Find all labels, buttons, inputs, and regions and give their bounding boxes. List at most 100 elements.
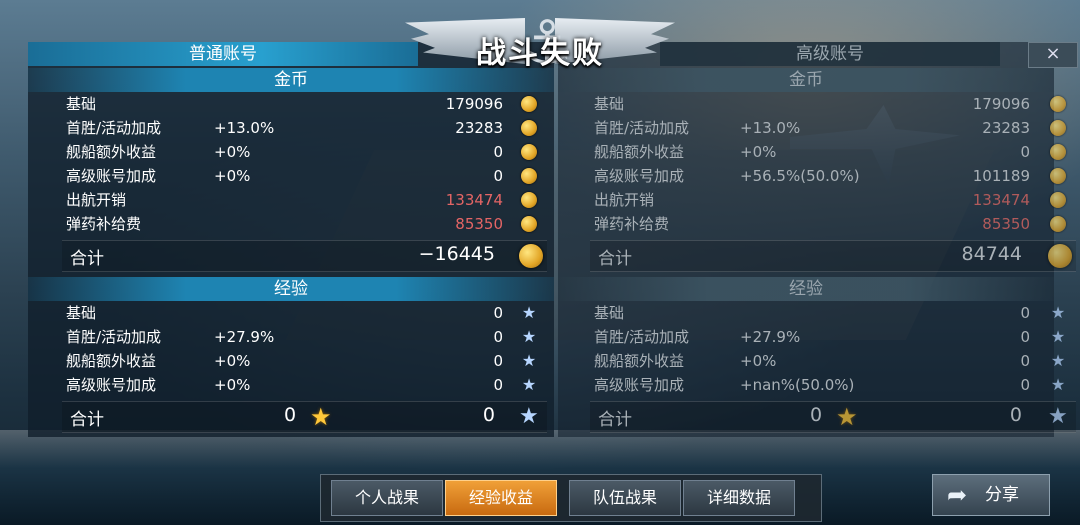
gold-total-label: 合计	[598, 249, 632, 269]
premium-exp-row: 基础 0 ★	[594, 301, 1070, 325]
gold-coin-icon	[519, 244, 543, 268]
exp-star-icon: ★	[521, 351, 537, 370]
gold-coin-icon	[521, 96, 537, 112]
normal-gold-row: 舰船额外收益 +0% 0	[66, 140, 541, 164]
gold-coin-icon	[521, 120, 537, 136]
gold-coin-icon	[521, 216, 537, 232]
exp-row-value: 0	[493, 352, 503, 370]
gold-row-value: 101189	[972, 167, 1030, 185]
exp-total-value-b: 0	[482, 404, 495, 426]
normal-exp-row: 基础 0 ★	[66, 301, 541, 325]
gold-row-label: 舰船额外收益	[66, 143, 157, 161]
exp-total-value-b: 0	[1009, 404, 1022, 426]
premium-exp-row: 高级账号加成 +nan%(50.0%) 0 ★	[594, 373, 1070, 397]
share-button[interactable]: ➦ 分享	[932, 474, 1050, 516]
gold-row-value: 0	[1020, 143, 1030, 161]
exp-row-value: 0	[1020, 304, 1030, 322]
tab-team-results[interactable]: 队伍战果	[569, 480, 681, 516]
gold-row-label: 舰船额外收益	[594, 143, 685, 161]
bottom-tab-bar: 个人战果 经验收益 队伍战果 详细数据	[320, 474, 822, 522]
gold-coin-icon	[521, 144, 537, 160]
exp-star-icon: ★	[1048, 404, 1068, 429]
gold-row-value: 179096	[972, 95, 1030, 113]
exp-star-icon: ★	[1050, 303, 1066, 322]
tab-personal-results[interactable]: 个人战果	[331, 480, 443, 516]
gold-coin-icon	[1050, 120, 1066, 136]
gold-row-label: 高级账号加成	[66, 167, 157, 185]
battle-result-screen: 普通账号 高级账号 ⚓ 战斗失败 × 金币 基础 179096 首胜/活动加成 +13.…	[0, 0, 1080, 525]
exp-row-label: 高级账号加成	[594, 376, 685, 394]
premium-gold-row: 基础 179096	[594, 92, 1070, 116]
premium-gold-row: 高级账号加成 +56.5%(50.0%) 101189	[594, 164, 1070, 188]
exp-row-label: 高级账号加成	[66, 376, 157, 394]
premium-gold-total-row: 合计 84744	[590, 240, 1076, 272]
gold-coin-icon	[1050, 96, 1066, 112]
gold-coin-icon	[1050, 192, 1066, 208]
tab-experience-income[interactable]: 经验收益	[445, 480, 557, 516]
exp-row-label: 基础	[594, 304, 625, 322]
gold-coin-icon	[1050, 168, 1066, 184]
gold-row-bonus-percent: +13.0%	[214, 119, 275, 137]
normal-gold-row: 弹药补给费 85350	[66, 212, 541, 236]
gold-row-label: 弹药补给费	[66, 215, 142, 233]
gold-row-value: 133474	[972, 191, 1030, 209]
gold-row-value: 85350	[982, 215, 1030, 233]
gold-coin-icon	[521, 168, 537, 184]
gold-row-value: 85350	[455, 215, 503, 233]
normal-account-tab[interactable]: 普通账号	[28, 42, 418, 66]
share-label: 分享	[985, 485, 1019, 505]
exp-row-label: 首胜/活动加成	[594, 328, 690, 346]
gold-row-value: 0	[493, 167, 503, 185]
premium-account-tab[interactable]: 高级账号	[660, 42, 1000, 66]
normal-exp-row: 舰船额外收益 +0% 0 ★	[66, 349, 541, 373]
gold-row-label: 出航开销	[66, 191, 127, 209]
gold-row-value: 23283	[455, 119, 503, 137]
premium-gold-row: 首胜/活动加成 +13.0% 23283	[594, 116, 1070, 140]
gold-row-label: 出航开销	[594, 191, 655, 209]
gold-coin-icon	[1048, 244, 1072, 268]
exp-star-icon: ★	[521, 327, 537, 346]
premium-exp-row: 首胜/活动加成 +27.9% 0 ★	[594, 325, 1070, 349]
gold-row-label: 高级账号加成	[594, 167, 685, 185]
gold-row-bonus-percent: +56.5%(50.0%)	[740, 167, 860, 185]
exp-row-bonus-percent: +0%	[214, 352, 251, 370]
exp-total-value-a: 0	[284, 404, 297, 426]
exp-row-value: 0	[493, 328, 503, 346]
normal-exp-section-header: 经验	[28, 277, 554, 301]
premium-gold-row: 弹药补给费 85350	[594, 212, 1070, 236]
premium-gold-row: 出航开销 133474	[594, 188, 1070, 212]
close-button[interactable]: ×	[1028, 42, 1078, 68]
exp-row-label: 舰船额外收益	[594, 352, 685, 370]
exp-gold-star-icon: ★	[836, 403, 858, 431]
gold-total-label: 合计	[70, 249, 104, 269]
normal-exp-total-row: 合计 0 ★ 0 ★	[62, 401, 547, 433]
gold-row-label: 首胜/活动加成	[594, 119, 690, 137]
exp-row-label: 基础	[66, 304, 97, 322]
gold-row-label: 首胜/活动加成	[66, 119, 162, 137]
gold-row-bonus-percent: +0%	[214, 143, 251, 161]
exp-total-label: 合计	[70, 410, 104, 430]
premium-exp-row: 舰船额外收益 +0% 0 ★	[594, 349, 1070, 373]
exp-row-bonus-percent: +0%	[740, 352, 777, 370]
gold-row-label: 弹药补给费	[594, 215, 670, 233]
exp-row-value: 0	[1020, 376, 1030, 394]
normal-gold-row: 基础 179096	[66, 92, 541, 116]
exp-total-value-a: 0	[810, 404, 823, 426]
normal-gold-row: 出航开销 133474	[66, 188, 541, 212]
gold-row-bonus-percent: +0%	[740, 143, 777, 161]
normal-exp-row: 高级账号加成 +0% 0 ★	[66, 373, 541, 397]
gold-row-label: 基础	[66, 95, 97, 113]
premium-gold-section-header: 金币	[558, 68, 1054, 92]
normal-gold-total-row: 合计 −16445	[62, 240, 547, 272]
exp-row-value: 0	[1020, 328, 1030, 346]
normal-exp-row: 首胜/活动加成 +27.9% 0 ★	[66, 325, 541, 349]
normal-gold-section-header: 金币	[28, 68, 554, 92]
premium-exp-total-row: 合计 0 ★ 0 ★	[590, 401, 1076, 433]
tab-detailed-data[interactable]: 详细数据	[683, 480, 795, 516]
gold-row-bonus-percent: +0%	[214, 167, 251, 185]
exp-row-bonus-percent: +27.9%	[740, 328, 801, 346]
exp-row-value: 0	[1020, 352, 1030, 370]
exp-row-label: 舰船额外收益	[66, 352, 157, 370]
exp-star-icon: ★	[519, 404, 539, 429]
premium-gold-row: 舰船额外收益 +0% 0	[594, 140, 1070, 164]
